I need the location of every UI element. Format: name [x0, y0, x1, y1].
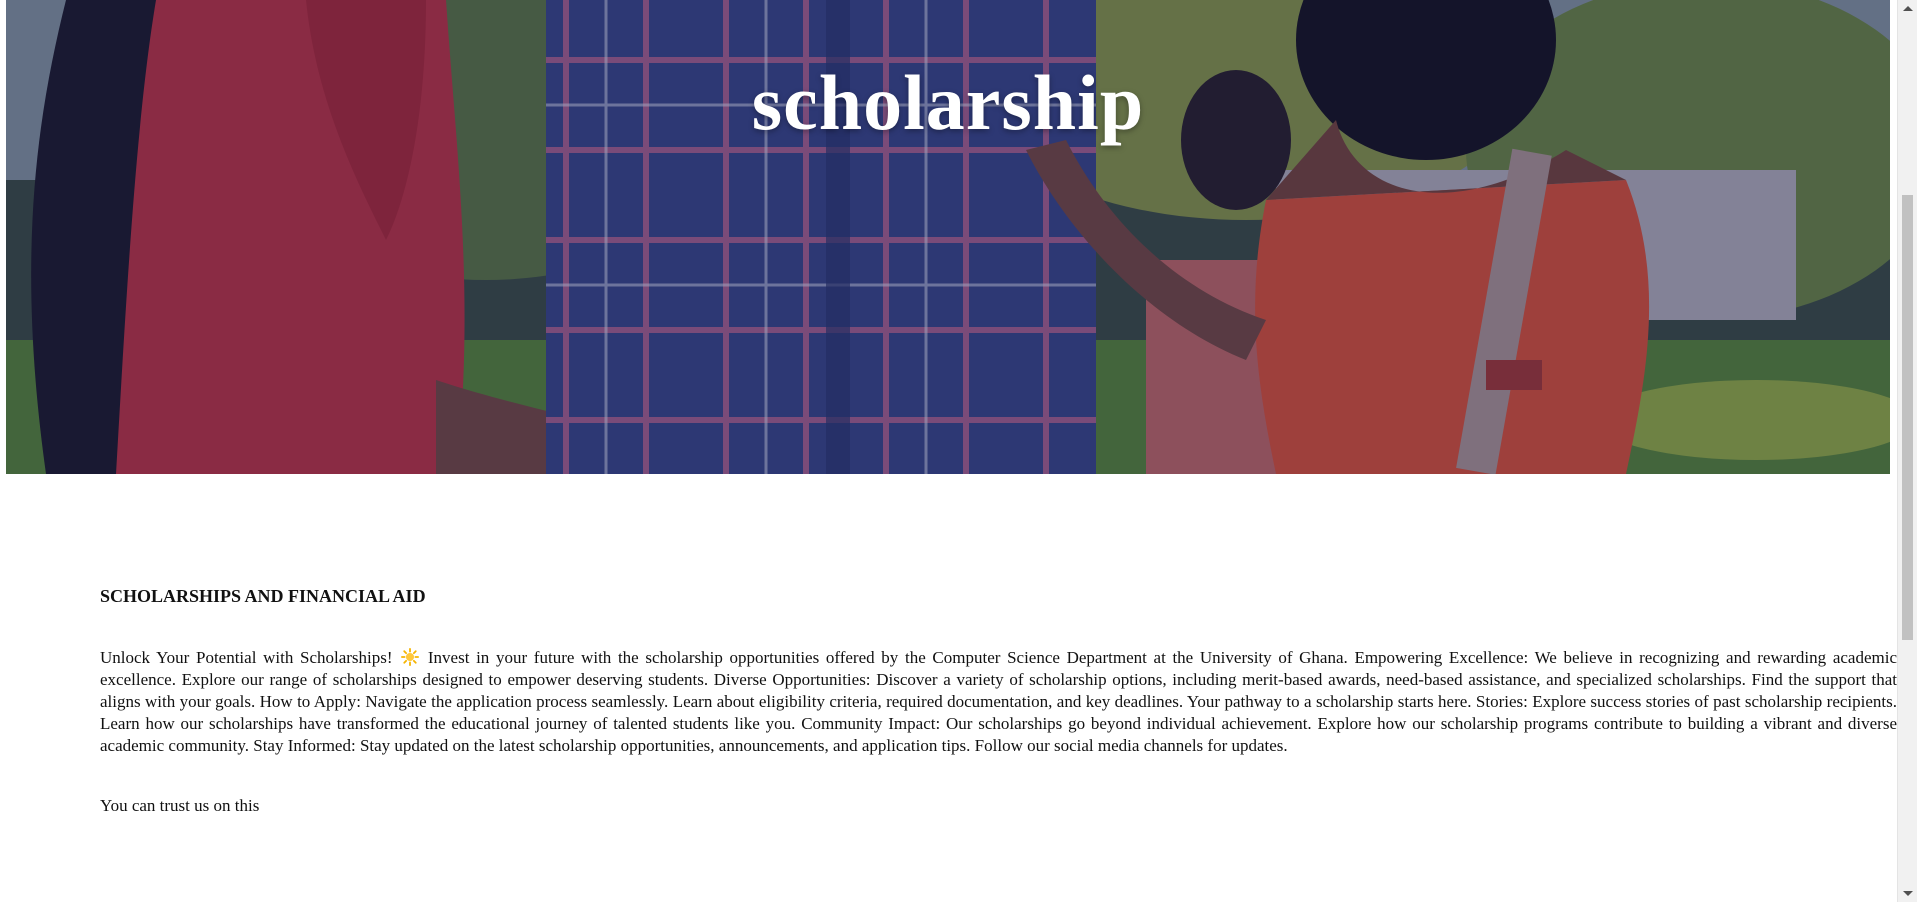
sun-icon [401, 648, 420, 666]
scroll-up-button[interactable] [1898, 0, 1917, 17]
trust-line: You can trust us on this [100, 796, 260, 815]
scholarship-description: Unlock Your Potential with Scholarships!… [100, 647, 1897, 757]
scroll-down-button[interactable] [1898, 885, 1917, 902]
vertical-scrollbar[interactable] [1897, 0, 1917, 902]
scroll-thumb[interactable] [1902, 195, 1913, 640]
hero-banner: scholarship [6, 0, 1890, 474]
main-content: SCHOLARSHIPS AND FINANCIAL AID Unlock Yo… [100, 586, 1897, 817]
intro-text: Unlock Your Potential with Scholarships! [100, 648, 400, 667]
arrow-down-icon [1903, 891, 1913, 896]
hero-title: scholarship [751, 59, 1145, 146]
arrow-up-icon [1903, 6, 1913, 11]
section-heading: SCHOLARSHIPS AND FINANCIAL AID [100, 586, 426, 606]
page: scholarship SCHOLARSHIPS AND FINANCIAL A… [0, 0, 1897, 902]
